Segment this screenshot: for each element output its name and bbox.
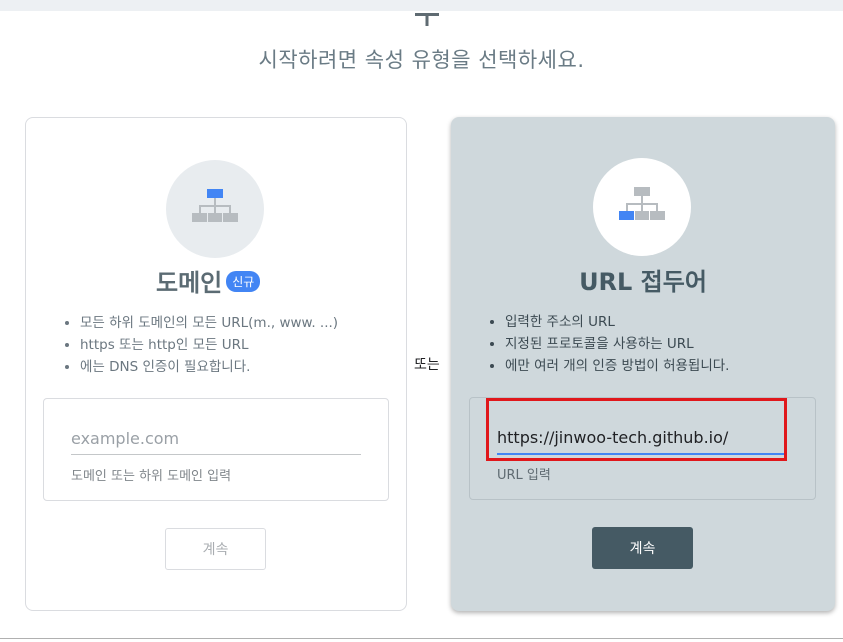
url-input-box: URL 입력 [469,397,816,500]
domain-card-title: 도메인 신규 [156,263,261,298]
list-item: 에만 여러 개의 인증 방법이 허용됩니다. [505,355,729,377]
sitemap-icon [192,189,238,222]
new-badge: 신규 [226,270,261,292]
list-item: 입력한 주소의 URL [505,311,729,333]
url-input[interactable] [497,428,785,455]
top-partial-glyph [415,13,439,26]
or-separator: 또는 [414,357,440,373]
page-subtitle: 시작하려면 속성 유형을 선택하세요. [258,48,585,72]
domain-continue-button[interactable]: 계속 [165,528,266,570]
domain-feature-list: 모든 하위 도메인의 모든 URL(m., www. ...) https 또는… [58,312,338,378]
url-prefix-property-card[interactable]: URL 접두어 입력한 주소의 URL 지정된 프로토콜을 사용하는 URL 에… [451,117,835,611]
domain-input-help: 도메인 또는 하위 도메인 입력 [71,469,232,484]
domain-input[interactable] [71,429,361,455]
url-feature-list: 입력한 주소의 URL 지정된 프로토콜을 사용하는 URL 에만 여러 개의 … [483,311,729,377]
list-item: 모든 하위 도메인의 모든 URL(m., www. ...) [80,312,338,334]
domain-title-text: 도메인 [156,269,223,297]
bottom-divider [0,638,843,639]
domain-property-card[interactable]: 도메인신규 모든 하위 도메인의 모든 URL(m., www. ...) ht… [25,117,407,611]
list-item: 에는 DNS 인증이 필요합니다. [80,356,338,378]
domain-input-box: 도메인 또는 하위 도메인 입력 [43,398,389,501]
sitemap-icon [619,187,665,220]
list-item: 지정된 프로토콜을 사용하는 URL [505,333,729,355]
url-card-title: URL 접두어 [579,268,707,296]
url-input-help: URL 입력 [497,468,551,483]
domain-icon-circle [166,160,264,258]
url-icon-circle [593,158,691,256]
url-continue-button[interactable]: 계속 [592,527,693,569]
list-item: https 또는 http인 모든 URL [80,334,338,356]
